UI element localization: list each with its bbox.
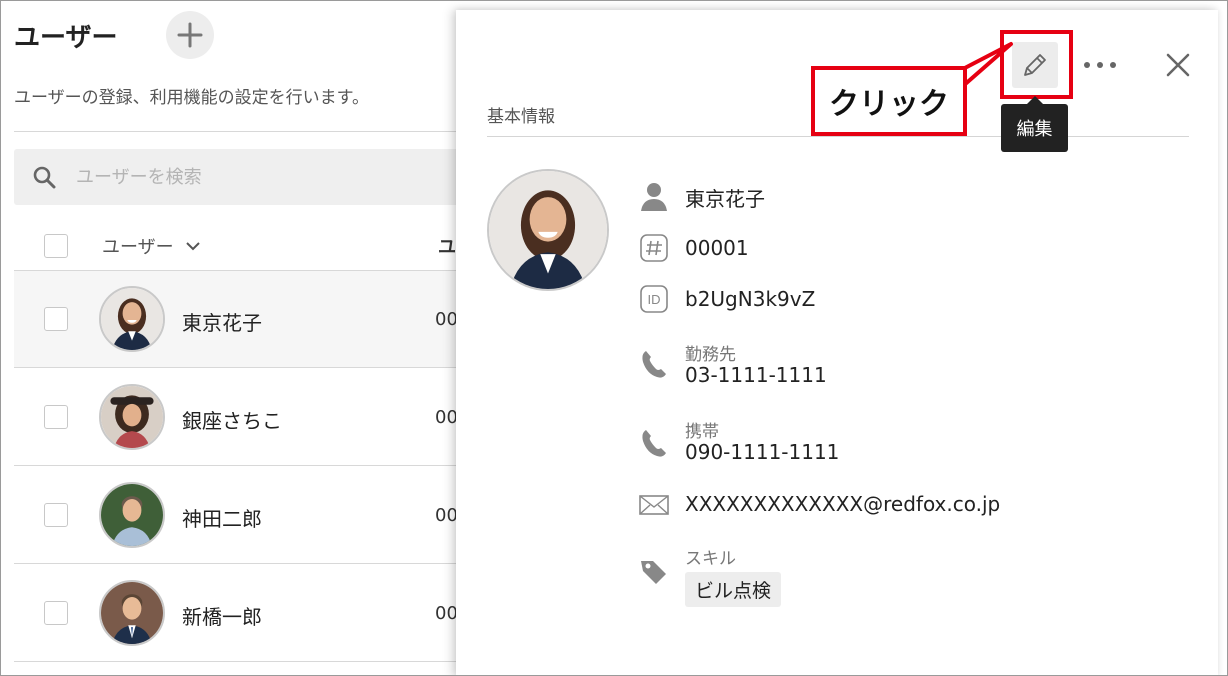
section-title: 基本情報 [487,107,555,127]
search-icon [33,166,56,189]
column-header-truncated[interactable]: ユ [438,233,456,259]
user-detail-panel: 基本情報 編集 クリック 東京花子 00001 ID b2UgN3k9vZ 勤務… [456,10,1218,675]
row-checkbox[interactable] [44,503,68,527]
user-number: 00001 [685,236,749,260]
user-name: 新橋一郎 [182,605,262,629]
divider [14,131,464,132]
table-row[interactable]: 東京花子 00 [14,271,464,368]
row-checkbox[interactable] [44,307,68,331]
user-name: 神田二郎 [182,507,262,531]
avatar [99,482,165,548]
avatar [99,384,165,450]
search-input[interactable] [76,159,446,195]
skill-tag: ビル点検 [685,572,782,607]
mail-icon [638,489,670,521]
page-description: ユーザーの登録、利用機能の設定を行います。 [14,88,369,108]
app-window: ユーザー ユーザーの登録、利用機能の設定を行います。 ユーザー ユ 東京花子 0… [0,0,1228,676]
close-button[interactable] [1160,47,1196,83]
row-checkbox[interactable] [44,405,68,429]
user-name: 銀座さちこ [182,409,282,433]
search-bar[interactable] [14,149,464,205]
skill-label: スキル [685,549,736,569]
close-icon [1166,53,1190,77]
select-all-checkbox[interactable] [44,234,68,258]
section-divider [487,136,1189,137]
row-checkbox[interactable] [44,601,68,625]
click-callout: クリック [811,66,967,136]
avatar [99,286,165,352]
mobile-phone-number: 090-1111-1111 [685,440,840,464]
plus-icon [177,22,203,48]
user-full-name: 東京花子 [685,187,765,211]
user-code: 00 [435,407,458,428]
tag-icon [638,556,670,588]
mobile-phone-label: 携帯 [685,422,719,442]
phone-icon [638,348,670,380]
person-icon [638,180,670,212]
callout-pointer [961,42,1013,88]
user-code: 00 [435,505,458,526]
add-user-button[interactable] [166,11,214,59]
table-header: ユーザー ユ [14,221,464,271]
sort-by-user-button[interactable]: ユーザー [102,233,202,259]
table-row[interactable]: 銀座さちこ 00 [14,369,464,466]
svg-text:ID: ID [648,292,661,307]
detail-avatar [487,169,609,291]
table-row[interactable]: 神田二郎 00 [14,467,464,564]
column-header-user: ユーザー [102,237,174,258]
work-phone-label: 勤務先 [685,345,736,365]
email-address[interactable]: XXXXXXXXXXXXX@redfox.co.jp [685,492,1000,516]
more-options-button[interactable] [1080,50,1120,80]
chevron-down-icon [185,242,200,251]
work-phone-number: 03-1111-1111 [685,363,827,387]
avatar [99,580,165,646]
hash-icon [638,232,670,264]
user-code: 00 [435,603,458,624]
user-code: 00 [435,309,458,330]
user-name: 東京花子 [182,311,262,335]
table-row[interactable]: 新橋一郎 00 [14,565,464,662]
id-icon: ID [638,283,670,315]
page-title: ユーザー [14,23,118,53]
more-horizontal-icon [1084,62,1116,68]
edit-tooltip: 編集 [1001,96,1068,152]
user-id: b2UgN3k9vZ [685,287,816,311]
phone-icon [638,427,670,459]
